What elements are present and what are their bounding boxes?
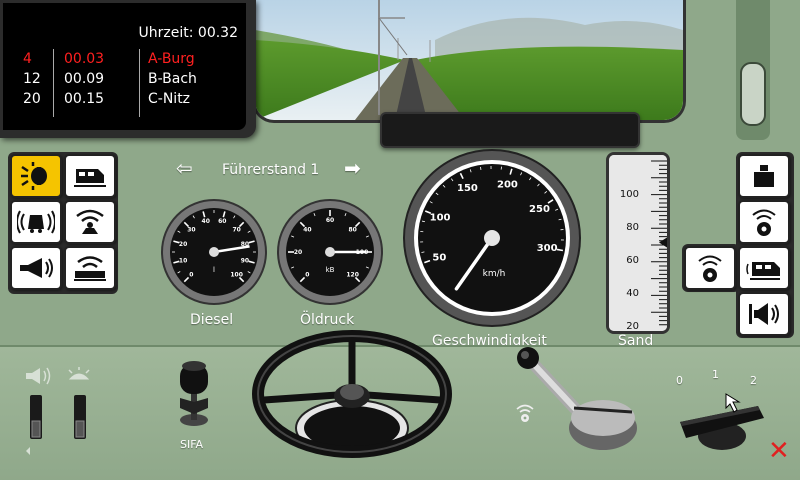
switch-position-2: 2 xyxy=(750,374,757,387)
volume-icon xyxy=(26,367,51,385)
throttle-lever[interactable] xyxy=(508,338,640,454)
previous-cab-button[interactable]: ⇦ xyxy=(176,156,193,180)
display-bar xyxy=(380,112,640,148)
train-radio-icon xyxy=(74,256,106,281)
timetable-time: 00.03 xyxy=(64,51,105,67)
switch-position-1: 1 xyxy=(712,368,719,381)
speaker-button[interactable] xyxy=(738,200,790,244)
headlight-icon xyxy=(21,162,47,190)
diesel-tick-label: 30 xyxy=(187,226,195,233)
cab-simulator: Uhrzeit: 00.32 4 00.03 A-Burg 12 00.09 B… xyxy=(0,0,800,480)
timetable-time: 00.09 xyxy=(64,71,105,87)
sand-tick-label: 20 xyxy=(626,321,639,331)
oil-pressure-label: Öldruck xyxy=(300,312,355,328)
diesel-tick-label: 100 xyxy=(230,272,243,279)
radio-antenna-icon xyxy=(76,209,104,234)
oil-pressure-gauge: 020406080100120 kB xyxy=(277,199,383,305)
train-radio-button[interactable] xyxy=(64,246,116,290)
cab-title: Führerstand 1 xyxy=(222,162,320,178)
lamp-icon xyxy=(68,367,90,380)
close-button[interactable]: ✕ xyxy=(768,436,790,466)
track-scenery xyxy=(255,0,683,120)
megaphone-icon xyxy=(749,303,779,325)
speed-tick-label: 200 xyxy=(497,180,518,191)
radio-button[interactable] xyxy=(684,246,736,290)
horn-button[interactable] xyxy=(10,246,62,290)
timetable-panel: Uhrzeit: 00.32 4 00.03 A-Burg 12 00.09 B… xyxy=(0,0,256,138)
diesel-tick-label: 70 xyxy=(232,226,240,233)
sand-tick-label: 60 xyxy=(626,255,639,266)
speaker-icon xyxy=(752,209,776,236)
diesel-gauge: 010203040 60708090100 l xyxy=(161,199,267,305)
diesel-tick-label: 0 xyxy=(189,272,193,279)
radio-antenna-button[interactable] xyxy=(64,200,116,244)
weight-button[interactable] xyxy=(738,154,790,198)
diesel-unit: l xyxy=(213,266,215,274)
locomotive-button[interactable] xyxy=(64,154,116,198)
clock-readout: Uhrzeit: 00.32 xyxy=(138,25,238,41)
speed-tick-label: 150 xyxy=(457,183,478,194)
megaphone-button[interactable] xyxy=(738,292,790,336)
control-wheel[interactable] xyxy=(252,330,452,480)
sound-light-switches xyxy=(26,367,90,455)
rotary-switch[interactable] xyxy=(674,388,774,454)
timetable-station: A-Burg xyxy=(148,51,195,67)
oil-tick-label: 60 xyxy=(326,217,334,224)
sifa-lever[interactable] xyxy=(168,358,220,430)
speed-unit: km/h xyxy=(483,269,506,279)
radio-icon xyxy=(698,255,722,282)
speed-tick-label: 250 xyxy=(529,204,550,215)
oil-tick-label: 20 xyxy=(294,249,302,256)
weight-icon xyxy=(754,165,774,187)
oil-tick-label: 40 xyxy=(303,226,311,233)
mouse-cursor-icon xyxy=(725,393,741,413)
sand-tick-label: 80 xyxy=(626,222,639,233)
timetable-display: Uhrzeit: 00.32 4 00.03 A-Burg 12 00.09 B… xyxy=(3,3,246,130)
diesel-tick-label: 60 xyxy=(218,218,226,225)
switch-position-0: 0 xyxy=(676,374,683,387)
diesel-tick-label: 40 xyxy=(202,218,210,225)
headlight-button[interactable] xyxy=(10,154,62,198)
oil-unit: kB xyxy=(326,266,335,274)
speed-tick-label: 50 xyxy=(432,253,446,264)
cab-window xyxy=(252,0,686,123)
diesel-tick-label: 90 xyxy=(241,257,249,264)
horn-wave-icon xyxy=(17,210,55,234)
timetable-station: C-Nitz xyxy=(148,91,191,107)
diesel-tick-label: 20 xyxy=(179,241,187,248)
timetable-time: 00.15 xyxy=(64,91,105,107)
oil-tick-label: 0 xyxy=(305,272,309,279)
diesel-tick-label: 10 xyxy=(179,257,187,264)
timetable-track: 20 xyxy=(23,91,41,107)
sand-tick-label: 40 xyxy=(626,288,639,299)
horn-icon xyxy=(20,258,53,278)
diesel-label: Diesel xyxy=(190,312,234,328)
loco-signal-icon xyxy=(746,262,780,280)
speed-tick-label: 100 xyxy=(430,213,451,224)
locomotive-icon xyxy=(74,169,106,187)
timetable-station: B-Bach xyxy=(148,71,197,87)
sand-tick-label: 100 xyxy=(620,189,639,200)
loco-signal-button[interactable] xyxy=(738,246,790,290)
cab-pillar xyxy=(736,0,770,140)
timetable-track: 12 xyxy=(23,71,41,87)
speed-tick-label: 300 xyxy=(537,243,558,254)
timetable-track: 4 xyxy=(23,51,32,67)
sifa-label: SIFA xyxy=(180,438,204,451)
wireless-icon xyxy=(516,404,534,422)
speed-gauge: 50 100 150 200 250 300 km/h xyxy=(403,149,581,327)
warning-horn-button[interactable] xyxy=(10,200,62,244)
next-cab-button[interactable]: ➡ xyxy=(344,156,361,180)
oil-tick-label: 80 xyxy=(348,226,356,233)
sand-gauge: 100 80 60 40 20 xyxy=(606,152,670,334)
oil-tick-label: 120 xyxy=(346,272,359,279)
